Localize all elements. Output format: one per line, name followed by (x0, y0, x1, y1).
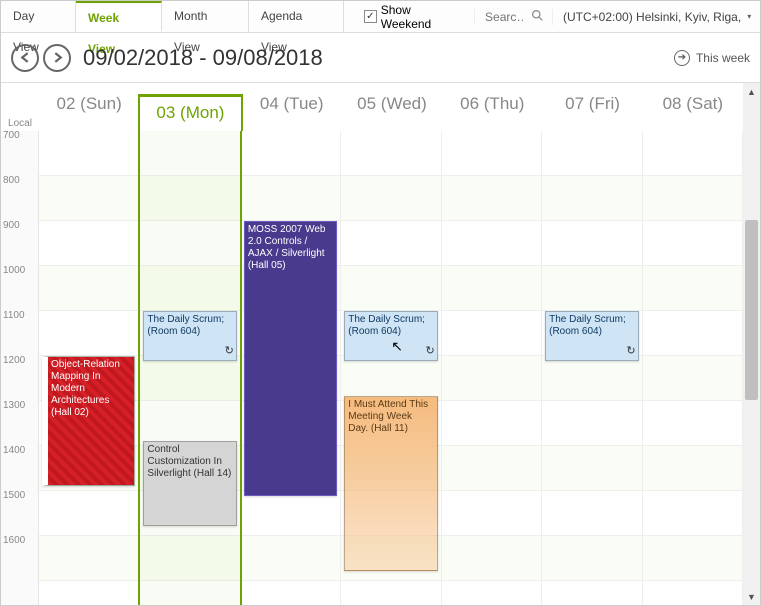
time-label: 700 (1, 131, 38, 176)
time-label: 1400 (1, 446, 38, 491)
checkbox-icon (364, 10, 377, 23)
time-label: 800 (1, 176, 38, 221)
time-label: 1100 (1, 311, 38, 356)
caret-down-icon: ▾ (747, 12, 751, 21)
date-range-label: 09/02/2018 - 09/08/2018 (83, 45, 323, 71)
search-icon (531, 9, 544, 25)
time-label: 1500 (1, 491, 38, 536)
timezone-select[interactable]: (UTC+02:00) Helsinki, Kyiv, Riga, ▾ (553, 10, 760, 24)
timezone-label: (UTC+02:00) Helsinki, Kyiv, Riga, (563, 10, 741, 24)
appointment[interactable]: Object-Relation Mapping In Modern Archit… (42, 356, 135, 486)
day-header[interactable]: 02 (Sun) (39, 94, 139, 131)
time-label: 900 (1, 221, 38, 266)
time-label: 1300 (1, 401, 38, 446)
day-column[interactable]: The Daily Scrum; (Room 604)↻ (542, 131, 642, 605)
vertical-scrollbar[interactable]: ▲ ▼ (743, 83, 760, 605)
top-toolbar: Day ViewWeek ViewMonth ViewAgenda View S… (1, 1, 760, 33)
day-column[interactable]: The Daily Scrum; (Room 604)↻ Control Cust… (138, 131, 241, 605)
appointment[interactable]: MOSS 2007 Web 2.0 Controls / AJAX / Silv… (244, 221, 337, 496)
scroll-thumb[interactable] (745, 220, 758, 400)
time-grid: 7008009001000110012001300140015001600 Ob… (1, 131, 743, 605)
day-header[interactable]: 07 (Fri) (542, 94, 642, 131)
day-column[interactable] (643, 131, 743, 605)
mouse-cursor-icon: ↖ (391, 338, 403, 355)
this-week-label: This week (696, 51, 750, 65)
time-ruler: 7008009001000110012001300140015001600 (1, 131, 39, 605)
recurrence-icon: ↻ (425, 345, 434, 358)
scheduler-app: Day ViewWeek ViewMonth ViewAgenda View S… (0, 0, 761, 606)
tab-day-view[interactable]: Day View (1, 1, 76, 32)
appointment[interactable]: The Daily Scrum; (Room 604)↻↖ (344, 311, 437, 361)
day-header[interactable]: 03 (Mon) (138, 94, 242, 131)
day-column[interactable]: Object-Relation Mapping In Modern Archit… (39, 131, 139, 605)
day-header[interactable]: 05 (Wed) (342, 94, 442, 131)
this-week-button[interactable]: ➔ This week (674, 50, 750, 66)
tab-agenda-view[interactable]: Agenda View (249, 1, 344, 32)
time-label: 1200 (1, 356, 38, 401)
day-column[interactable]: MOSS 2007 Web 2.0 Controls / AJAX / Silv… (241, 131, 341, 605)
time-label: 1000 (1, 266, 38, 311)
time-label: 1600 (1, 536, 38, 581)
recurrence-icon: ↻ (225, 345, 234, 358)
days-area[interactable]: Object-Relation Mapping In Modern Archit… (39, 131, 743, 605)
scroll-up-icon[interactable]: ▲ (743, 83, 760, 100)
day-header[interactable]: 06 (Thu) (442, 94, 542, 131)
appointment[interactable]: The Daily Scrum; (Room 604)↻ (143, 311, 236, 361)
appointment[interactable]: I Must Attend This Meeting Week Day. (Ha… (344, 396, 437, 571)
timezone-col-header: Local (1, 118, 39, 131)
tab-week-view[interactable]: Week View (76, 1, 162, 32)
arrow-right-icon: ➔ (674, 50, 690, 66)
show-weekend-toggle[interactable]: Show Weekend (354, 3, 474, 31)
scroll-down-icon[interactable]: ▼ (743, 588, 760, 605)
day-column[interactable] (442, 131, 542, 605)
recurrence-icon: ↻ (626, 345, 635, 358)
day-header[interactable]: 08 (Sat) (643, 94, 743, 131)
view-tabs: Day ViewWeek ViewMonth ViewAgenda View (1, 1, 344, 32)
prev-week-button[interactable] (11, 44, 39, 72)
search-box[interactable] (474, 9, 553, 25)
day-column[interactable]: The Daily Scrum; (Room 604)↻↖I Must Atte… (341, 131, 441, 605)
show-weekend-label: Show Weekend (381, 3, 464, 31)
search-input[interactable] (483, 9, 527, 25)
day-header[interactable]: 04 (Tue) (242, 94, 342, 131)
tab-month-view[interactable]: Month View (162, 1, 249, 32)
appointment[interactable]: The Daily Scrum; (Room 604)↻ (545, 311, 638, 361)
day-header-row: Local 02 (Sun)03 (Mon)04 (Tue)05 (Wed)06… (1, 83, 743, 131)
calendar-grid: Local 02 (Sun)03 (Mon)04 (Tue)05 (Wed)06… (1, 83, 760, 605)
next-week-button[interactable] (43, 44, 71, 72)
appointment[interactable]: Control Customization In Silverlight (Ha… (143, 441, 236, 526)
nav-bar: 09/02/2018 - 09/08/2018 ➔ This week (1, 33, 760, 83)
